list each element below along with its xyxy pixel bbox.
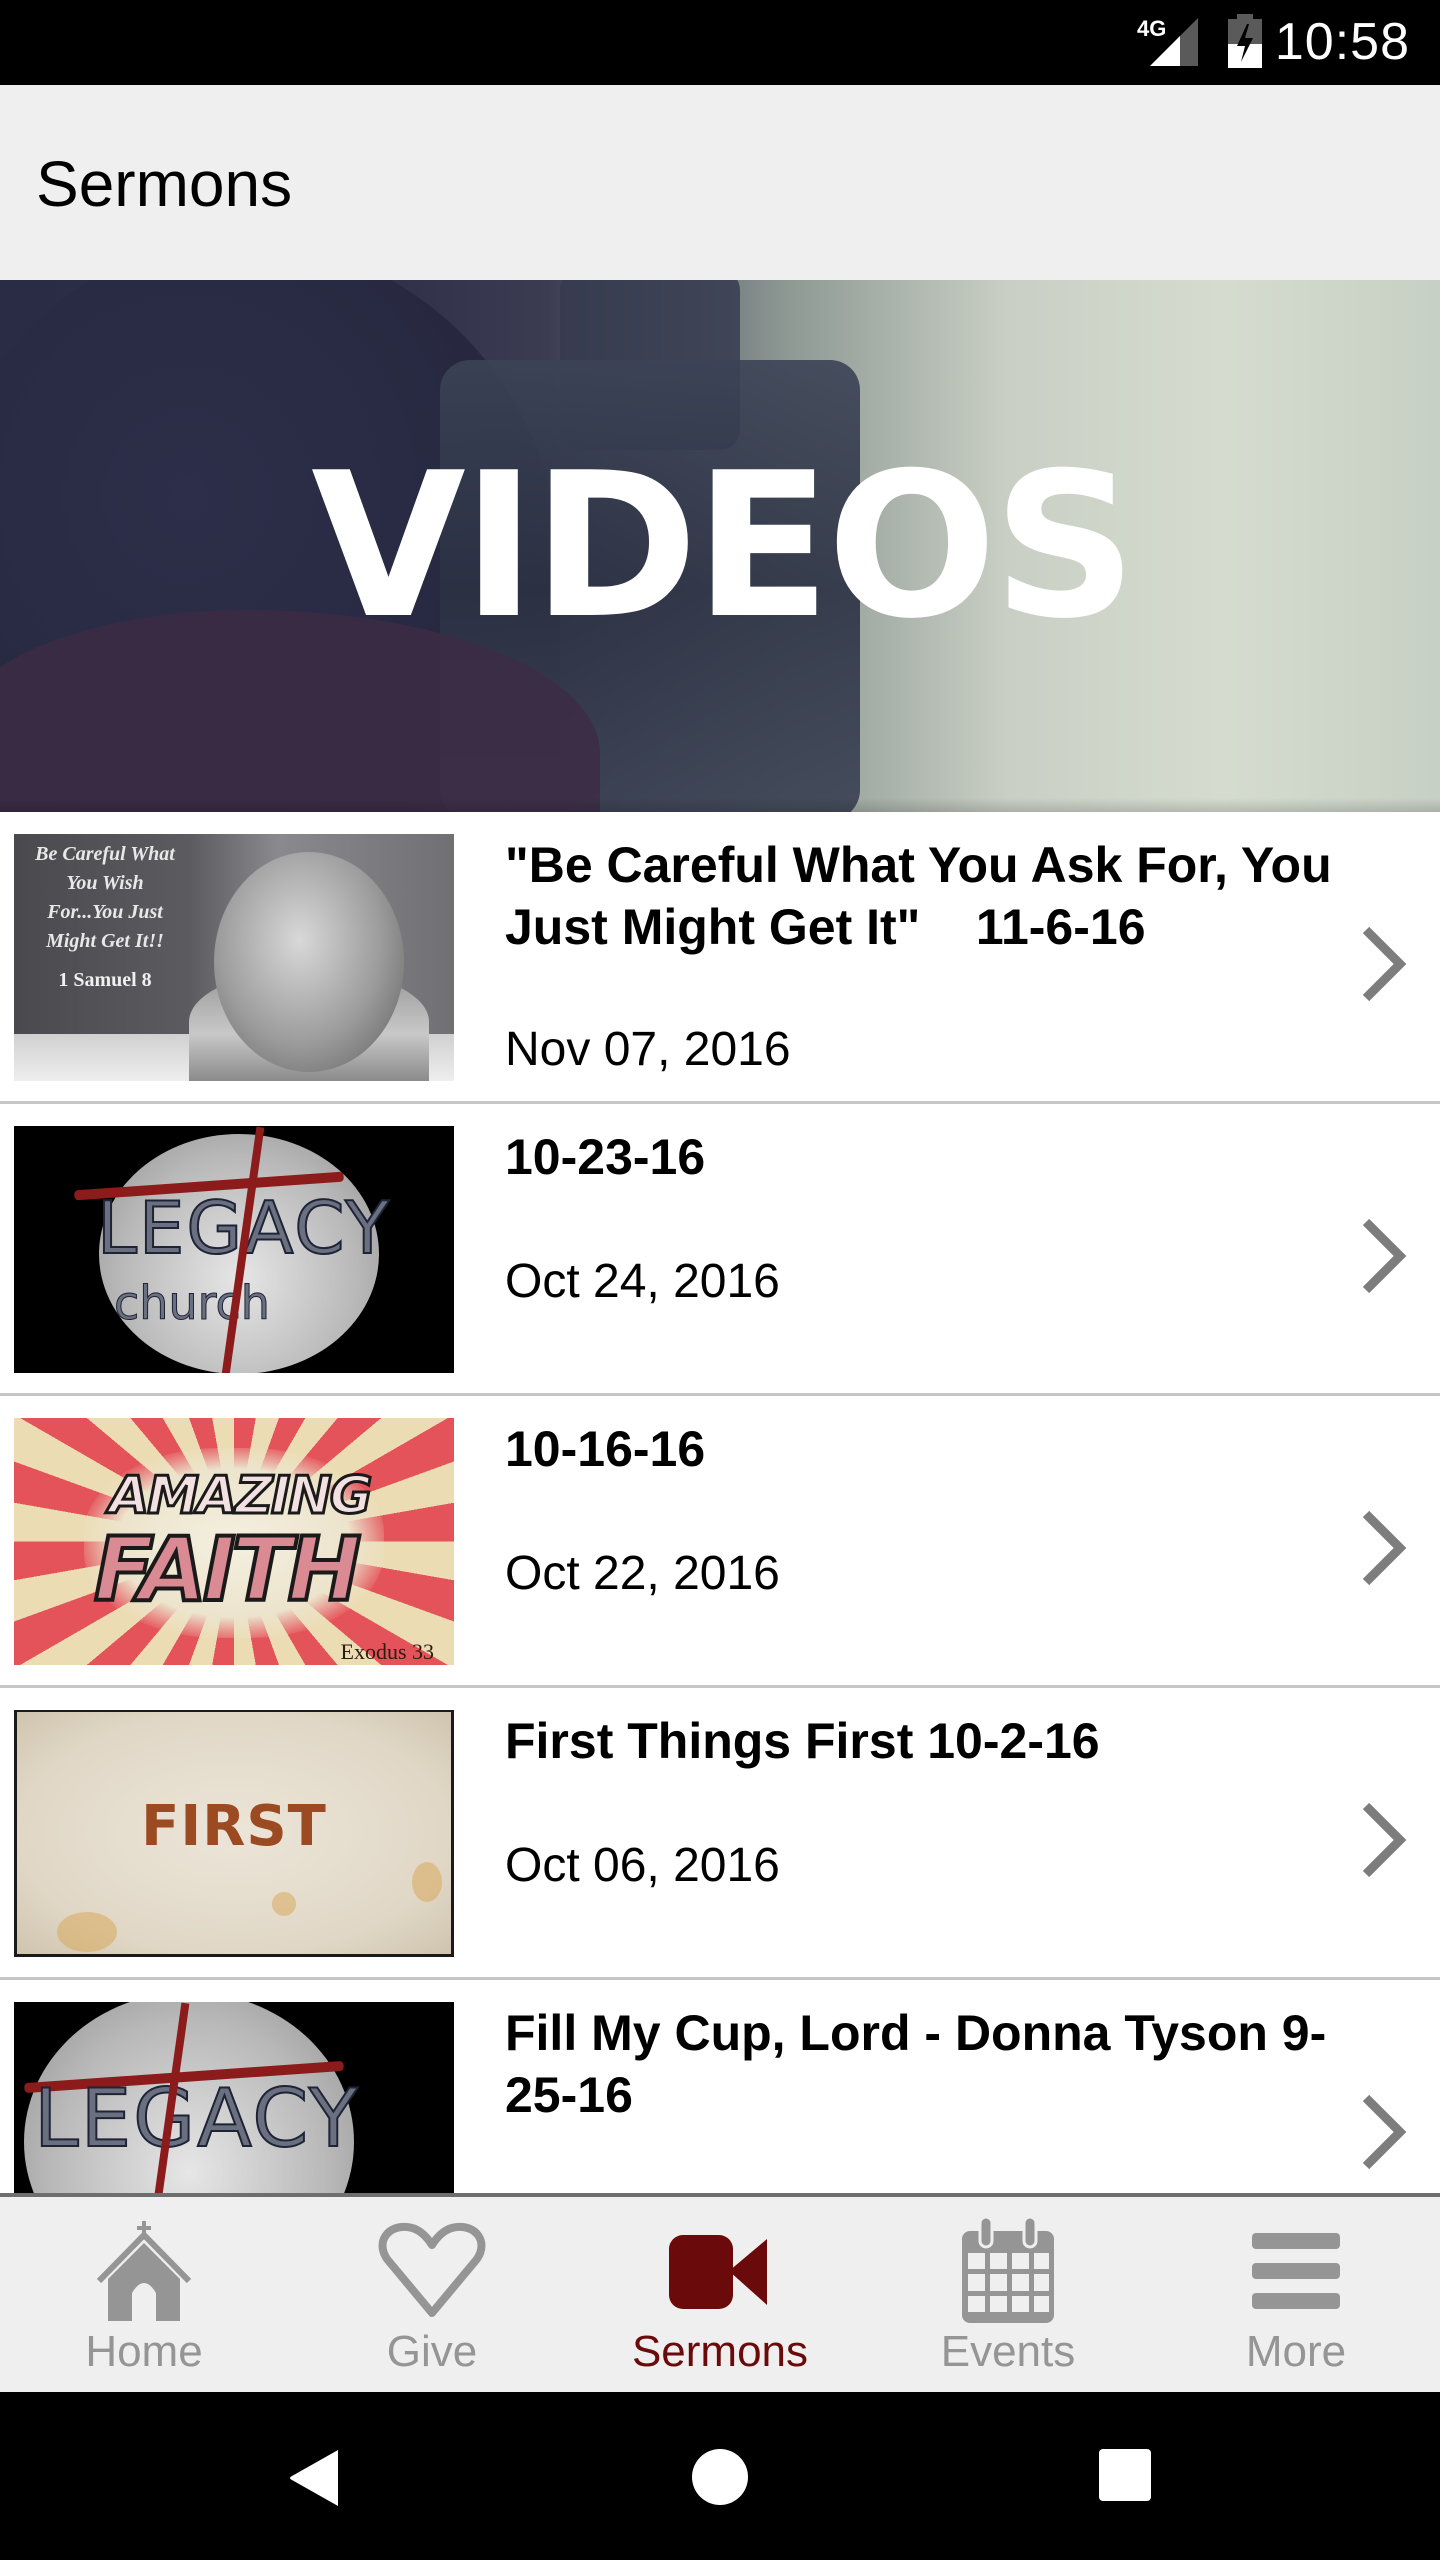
thumb-stain xyxy=(57,1912,117,1952)
banner-title: VIDEOS xyxy=(311,430,1137,663)
tab-events[interactable]: Events xyxy=(864,2197,1152,2392)
sermon-thumbnail: FIRST xyxy=(14,1710,454,1957)
page-title: Sermons xyxy=(36,148,293,220)
app-header: Sermons xyxy=(0,85,1440,280)
tab-label: Sermons xyxy=(631,2327,809,2376)
tab-label: Give xyxy=(386,2327,478,2376)
sermon-title: 10-16-16 xyxy=(505,1421,706,1477)
thumbnail-word: AMAZING xyxy=(108,1465,374,1528)
sermon-thumbnail: LEGACY church xyxy=(14,2002,454,2193)
chevron-right-icon xyxy=(1362,1218,1407,1294)
tab-label: Home xyxy=(85,2327,203,2376)
sermon-date: Oct 22, 2016 xyxy=(505,1547,780,1600)
videos-banner: VIDEOS xyxy=(0,280,1440,812)
sermon-title: Fill My Cup, Lord - Donna Tyson 9-25-16 xyxy=(505,2005,1327,2123)
sermon-title: "Be Careful What You Ask For, You Just M… xyxy=(505,837,1346,955)
video-camera-icon xyxy=(669,2235,767,2309)
sermon-thumbnail: Be Careful What You Wish For...You Just … xyxy=(14,834,454,1081)
back-icon[interactable] xyxy=(288,2448,340,2508)
menu-icon xyxy=(1252,2233,1340,2309)
chevron-right-icon xyxy=(1362,1802,1407,1878)
heart-icon xyxy=(378,2222,486,2317)
cell-signal-icon xyxy=(1150,18,1198,66)
chevron-right-icon xyxy=(1362,1510,1407,1586)
thumbnail-word: LEGACY xyxy=(33,2071,360,2166)
sermon-date: Oct 06, 2016 xyxy=(505,1839,780,1892)
tab-sermons[interactable]: Sermons xyxy=(576,2197,864,2392)
thumb-figure-head xyxy=(214,852,404,1072)
church-icon xyxy=(96,2221,192,2321)
sermon-title: First Things First 10-2-16 xyxy=(505,1713,1100,1769)
sermon-title: 10-23-16 xyxy=(505,1129,706,1185)
tab-give[interactable]: Give xyxy=(288,2197,576,2392)
tab-label: Events xyxy=(940,2327,1076,2376)
thumb-stain xyxy=(412,1862,442,1902)
tab-label: More xyxy=(1245,2327,1347,2376)
thumbnail-word: FAITH xyxy=(92,1516,363,1623)
sermon-list-item[interactable]: LEGACY church 10-23-16 Oct 24, 2016 xyxy=(0,1104,1440,1396)
chevron-right-icon xyxy=(1362,926,1407,1002)
thumbnail-caption: Be Careful What You Wish For...You Just … xyxy=(35,843,175,952)
thumbnail-reference: 1 Samuel 8 xyxy=(58,969,152,991)
sermon-date: Oct 24, 2016 xyxy=(505,1255,780,1308)
tab-home[interactable]: Home xyxy=(0,2197,288,2392)
battery-charging-icon xyxy=(1228,14,1262,68)
sermon-date: Nov 07, 2016 xyxy=(505,1023,791,1076)
thumbnail-word: FIRST xyxy=(141,1794,327,1859)
thumbnail-subword: church xyxy=(114,1276,271,1331)
tab-more[interactable]: More xyxy=(1152,2197,1440,2392)
banner-shadow xyxy=(0,798,1440,812)
thumb-stain xyxy=(272,1892,296,1916)
calendar-icon xyxy=(962,2217,1054,2323)
sermon-list-item[interactable]: Be Careful What You Wish For...You Just … xyxy=(0,812,1440,1104)
home-circle-icon[interactable] xyxy=(691,2448,749,2506)
clock: 10:58 xyxy=(1274,13,1410,71)
sermon-list-item[interactable]: FIRST First Things First 10-2-16 Oct 06,… xyxy=(0,1688,1440,1980)
chevron-right-icon xyxy=(1362,2094,1407,2170)
sermon-thumbnail: LEGACY church xyxy=(14,1126,454,1373)
recents-square-icon[interactable] xyxy=(1098,2448,1152,2504)
bottom-tab-bar: Home Give Sermons Events More xyxy=(0,2193,1440,2392)
system-navigation-bar xyxy=(0,2392,1440,2560)
sermon-thumbnail: AMAZING FAITH Exodus 33 xyxy=(14,1418,454,1665)
sermon-list-item[interactable]: AMAZING FAITH Exodus 33 10-16-16 Oct 22,… xyxy=(0,1396,1440,1688)
sermon-list-item[interactable]: LEGACY church Fill My Cup, Lord - Donna … xyxy=(0,1980,1440,2193)
status-bar: 4G 10:58 xyxy=(0,0,1440,85)
thumbnail-reference: Exodus 33 xyxy=(340,1639,435,1664)
sermon-list[interactable]: Be Careful What You Wish For...You Just … xyxy=(0,812,1440,2193)
